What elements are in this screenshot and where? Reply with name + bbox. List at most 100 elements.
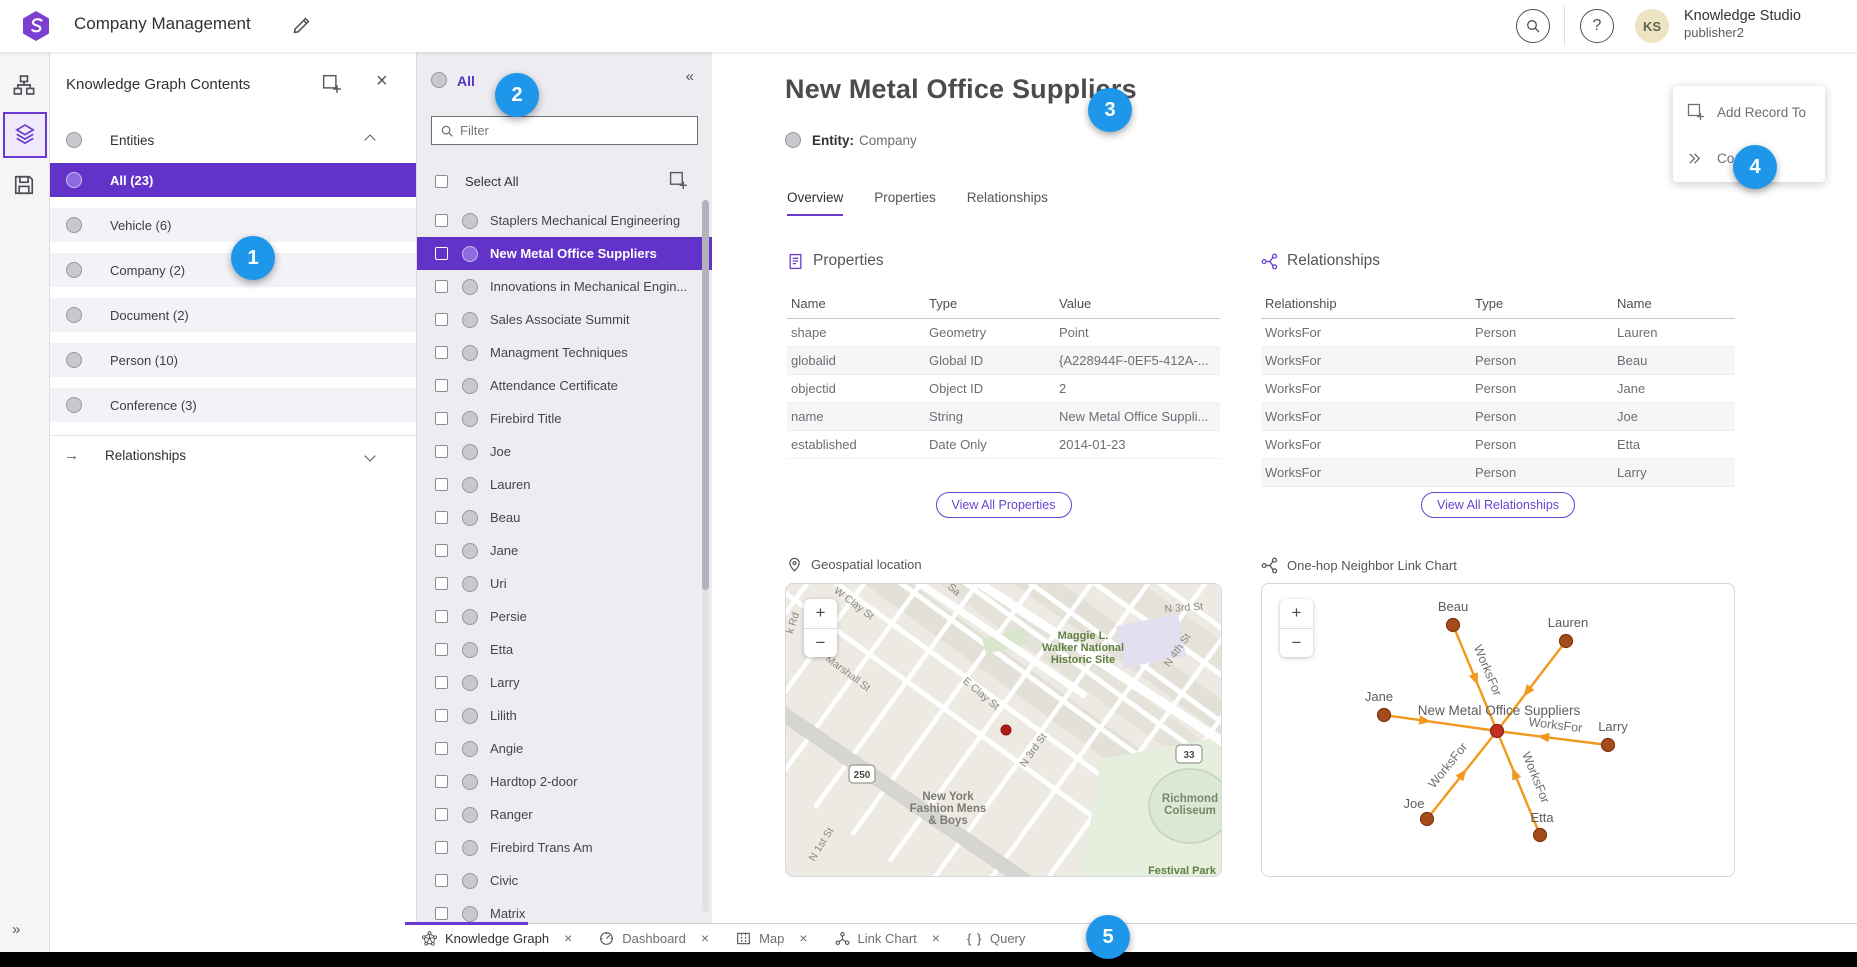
entity-type-row[interactable]: All (23) — [50, 163, 416, 197]
scrollbar-thumb[interactable] — [702, 200, 709, 590]
avatar[interactable]: KS — [1635, 9, 1669, 43]
item-checkbox[interactable] — [435, 742, 448, 755]
entity-list-item[interactable]: Uri — [417, 567, 712, 600]
add-record-icon[interactable] — [669, 171, 688, 190]
entity-list-item[interactable]: Innovations in Mechanical Engin... — [417, 270, 712, 303]
layers-icon[interactable] — [14, 123, 38, 147]
relationship-name-link[interactable]: Joe — [1613, 403, 1735, 431]
item-checkbox[interactable] — [435, 544, 448, 557]
filter-input[interactable] — [460, 123, 697, 138]
view-all-properties-button[interactable]: View All Properties — [936, 492, 1072, 518]
item-checkbox[interactable] — [435, 676, 448, 689]
entity-list-item[interactable]: Matrix — [417, 897, 712, 923]
close-tab-icon[interactable]: × — [932, 930, 940, 946]
item-checkbox[interactable] — [435, 379, 448, 392]
entity-list-item[interactable]: Firebird Trans Am — [417, 831, 712, 864]
data-model-icon[interactable] — [13, 74, 37, 98]
collapse-panel-icon[interactable]: « — [686, 68, 694, 85]
entity-type-row[interactable]: Conference (3) — [50, 388, 416, 422]
close-icon[interactable]: × — [376, 70, 388, 93]
zoom-in-button[interactable]: + — [804, 599, 837, 629]
item-checkbox[interactable] — [435, 775, 448, 788]
close-tab-icon[interactable]: × — [701, 930, 709, 946]
relationship-name-link[interactable]: Etta — [1613, 431, 1735, 459]
relationship-link[interactable]: WorksFor — [1261, 375, 1471, 403]
zoom-in-button[interactable]: + — [1280, 599, 1313, 629]
item-checkbox[interactable] — [435, 445, 448, 458]
item-checkbox[interactable] — [435, 214, 448, 227]
entity-type-row[interactable]: Document (2) — [50, 298, 416, 332]
entity-list-item[interactable]: Sales Associate Summit — [417, 303, 712, 336]
relationship-name-link[interactable]: Lauren — [1613, 319, 1735, 347]
geospatial-map[interactable]: 25033k RdW Clay StSaN 3rd StN 4th StMagg… — [785, 583, 1222, 877]
item-checkbox[interactable] — [435, 280, 448, 293]
item-checkbox[interactable] — [435, 313, 448, 326]
relationship-link[interactable]: WorksFor — [1261, 459, 1471, 487]
view-tab[interactable]: { } Query × — [967, 930, 1025, 946]
entity-list-item[interactable]: Lauren — [417, 468, 712, 501]
view-tab[interactable]: Dashboard × — [599, 930, 719, 946]
item-checkbox[interactable] — [435, 808, 448, 821]
select-all-checkbox[interactable] — [435, 175, 448, 188]
item-checkbox[interactable] — [435, 907, 448, 920]
help-icon[interactable]: ? — [1580, 9, 1614, 43]
item-checkbox[interactable] — [435, 478, 448, 491]
record-tab[interactable]: Relationships — [967, 190, 1048, 216]
entity-list-item[interactable]: Persie — [417, 600, 712, 633]
entity-list-item[interactable]: Ranger — [417, 798, 712, 831]
save-icon[interactable] — [13, 174, 37, 198]
item-checkbox[interactable] — [435, 610, 448, 623]
item-checkbox[interactable] — [435, 841, 448, 854]
view-all-relationships-button[interactable]: View All Relationships — [1421, 492, 1575, 518]
entity-list-item[interactable]: Joe — [417, 435, 712, 468]
entity-list-item[interactable]: Firebird Title — [417, 402, 712, 435]
entity-type-row[interactable]: Person (10) — [50, 343, 416, 377]
entity-list-item[interactable]: Beau — [417, 501, 712, 534]
view-tab[interactable]: Map × — [736, 930, 817, 946]
entity-list-item[interactable]: Managment Techniques — [417, 336, 712, 369]
close-tab-icon[interactable]: × — [799, 930, 807, 946]
view-tab[interactable]: Knowledge Graph × — [422, 930, 582, 946]
item-checkbox[interactable] — [435, 412, 448, 425]
zoom-out-button[interactable]: − — [804, 629, 837, 658]
item-checkbox[interactable] — [435, 247, 448, 260]
relationship-link[interactable]: WorksFor — [1261, 431, 1471, 459]
expand-rail-icon[interactable]: » — [12, 921, 18, 938]
add-record-icon[interactable] — [322, 74, 342, 94]
item-checkbox[interactable] — [435, 874, 448, 887]
relationship-link[interactable]: WorksFor — [1261, 403, 1471, 431]
select-all-row[interactable]: Select All — [417, 166, 712, 196]
menu-item-add-record-to[interactable]: Add Record To — [1673, 92, 1825, 132]
record-tab[interactable]: Overview — [787, 190, 843, 216]
item-checkbox[interactable] — [435, 709, 448, 722]
relationship-link[interactable]: WorksFor — [1261, 347, 1471, 375]
close-tab-icon[interactable]: × — [564, 930, 572, 946]
item-checkbox[interactable] — [435, 577, 448, 590]
zoom-out-button[interactable]: − — [1280, 629, 1313, 658]
one-hop-link-chart[interactable]: WorksForWorksForWorksForWorksForBeauLaur… — [1261, 583, 1735, 877]
entity-list-item[interactable]: Jane — [417, 534, 712, 567]
entity-type-row[interactable]: Vehicle (6) — [50, 208, 416, 242]
item-checkbox[interactable] — [435, 511, 448, 524]
entity-list-item[interactable]: Angie — [417, 732, 712, 765]
scrollbar-track[interactable] — [702, 200, 709, 912]
entity-list-item[interactable]: Larry — [417, 666, 712, 699]
view-tab[interactable]: Link Chart × — [835, 930, 950, 946]
entity-list-item[interactable]: Staplers Mechanical Engineering — [417, 204, 712, 237]
entity-list-item[interactable]: Attendance Certificate — [417, 369, 712, 402]
relationship-name-link[interactable]: Beau — [1613, 347, 1735, 375]
relationship-link[interactable]: WorksFor — [1261, 319, 1471, 347]
entities-group-header[interactable]: Entities — [50, 123, 416, 157]
entity-list-item[interactable]: Civic — [417, 864, 712, 897]
edit-title-icon[interactable] — [292, 15, 312, 35]
entity-list-item[interactable]: Hardtop 2-door — [417, 765, 712, 798]
relationships-group-header[interactable]: → Relationships — [50, 435, 416, 475]
search-icon[interactable] — [1516, 9, 1550, 43]
entity-list-item[interactable]: Lilith — [417, 699, 712, 732]
relationship-name-link[interactable]: Jane — [1613, 375, 1735, 403]
item-checkbox[interactable] — [435, 643, 448, 656]
relationship-name-link[interactable]: Larry — [1613, 459, 1735, 487]
entity-list-item[interactable]: Etta — [417, 633, 712, 666]
record-tab[interactable]: Properties — [874, 190, 936, 216]
entity-list-item[interactable]: New Metal Office Suppliers — [417, 237, 712, 270]
